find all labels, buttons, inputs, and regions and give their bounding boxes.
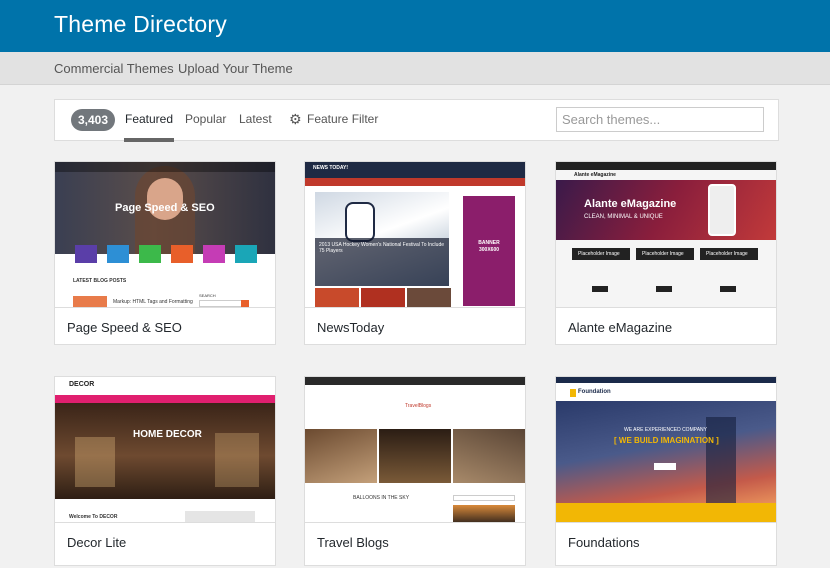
theme-logo: Foundation bbox=[578, 389, 611, 395]
sub-navigation: Commercial Themes Upload Your Theme bbox=[0, 52, 830, 85]
theme-name[interactable]: Foundations bbox=[568, 535, 640, 550]
theme-card-page-speed-seo[interactable]: Page Speed & SEO LATEST BLOG POSTS Marku… bbox=[54, 161, 276, 345]
theme-card-alante-emagazine[interactable]: Alante eMagazine Alante eMagazine CLEAN,… bbox=[555, 161, 777, 345]
theme-card-decor-lite[interactable]: DECOR HOME DECOR Welcome To DECOR Decor … bbox=[54, 376, 276, 566]
theme-hero-text: HOME DECOR bbox=[133, 429, 202, 440]
theme-name[interactable]: Decor Lite bbox=[67, 535, 126, 550]
nav-commercial-themes[interactable]: Commercial Themes bbox=[54, 61, 174, 76]
page-title: Theme Directory bbox=[54, 11, 227, 37]
theme-kicker: WE ARE EXPERIENCED COMPANY bbox=[624, 427, 707, 433]
placeholder-image-label: Placeholder Image bbox=[578, 251, 620, 257]
tab-featured[interactable]: Featured bbox=[123, 112, 175, 142]
theme-name[interactable]: Alante eMagazine bbox=[568, 320, 672, 335]
theme-banner-ad: BANNER 300X600 bbox=[478, 240, 500, 253]
theme-card-travel-blogs[interactable]: TravelBlogs BALLOONS IN THE SKY Travel B… bbox=[304, 376, 526, 566]
theme-screenshot: NEWS TODAY! 2013 USA Hockey Women's Nati… bbox=[305, 162, 525, 308]
theme-card-newstoday[interactable]: NEWS TODAY! 2013 USA Hockey Women's Nati… bbox=[304, 161, 526, 345]
theme-logo: DECOR bbox=[69, 381, 95, 388]
theme-screenshot: Foundation WE ARE EXPERIENCED COMPANY [ … bbox=[556, 377, 776, 523]
theme-hero-text: [ WE BUILD IMAGINATION ] bbox=[614, 436, 719, 445]
search-themes-input[interactable] bbox=[556, 107, 764, 132]
theme-hero-text: Alante eMagazine bbox=[584, 198, 677, 210]
site-header: Theme Directory bbox=[0, 0, 830, 52]
feature-filter-toggle[interactable]: Feature Filter bbox=[307, 112, 378, 126]
theme-logo: NEWS TODAY! bbox=[313, 165, 349, 171]
nav-upload-theme[interactable]: Upload Your Theme bbox=[178, 61, 293, 76]
theme-post-title: BALLOONS IN THE SKY bbox=[353, 495, 410, 501]
theme-name[interactable]: Page Speed & SEO bbox=[67, 320, 182, 335]
theme-hero-text: Page Speed & SEO bbox=[115, 202, 215, 214]
theme-count-badge: 3,403 bbox=[71, 109, 115, 131]
theme-screenshot: Page Speed & SEO LATEST BLOG POSTS Marku… bbox=[55, 162, 275, 308]
tab-popular[interactable]: Popular bbox=[185, 112, 226, 126]
tab-latest[interactable]: Latest bbox=[239, 112, 272, 126]
theme-logo: TravelBlogs bbox=[405, 403, 432, 409]
theme-welcome-text: Welcome To DECOR bbox=[69, 514, 118, 520]
theme-screenshot: TravelBlogs BALLOONS IN THE SKY bbox=[305, 377, 525, 523]
theme-screenshot: DECOR HOME DECOR Welcome To DECOR bbox=[55, 377, 275, 523]
theme-sidebar-label: SEARCH bbox=[199, 293, 216, 298]
theme-logo: Alante eMagazine bbox=[574, 172, 616, 178]
theme-post-title: Markup: HTML Tags and Formatting bbox=[113, 299, 193, 305]
theme-section-title: LATEST BLOG POSTS bbox=[73, 278, 127, 284]
placeholder-image-label: Placeholder Image bbox=[642, 251, 684, 257]
placeholder-image-label: Placeholder Image bbox=[706, 251, 748, 257]
theme-name[interactable]: NewsToday bbox=[317, 320, 384, 335]
gear-icon[interactable]: ⚙ bbox=[289, 112, 303, 126]
theme-name[interactable]: Travel Blogs bbox=[317, 535, 389, 550]
theme-tagline: CLEAN, MINIMAL & UNIQUE bbox=[584, 214, 663, 220]
theme-filter-bar: 3,403 Featured Popular Latest ⚙ Feature … bbox=[54, 99, 779, 142]
theme-headline: 2013 USA Hockey Women's National Festiva… bbox=[319, 242, 444, 254]
theme-card-foundations[interactable]: Foundation WE ARE EXPERIENCED COMPANY [ … bbox=[555, 376, 777, 566]
theme-screenshot: Alante eMagazine Alante eMagazine CLEAN,… bbox=[556, 162, 776, 308]
